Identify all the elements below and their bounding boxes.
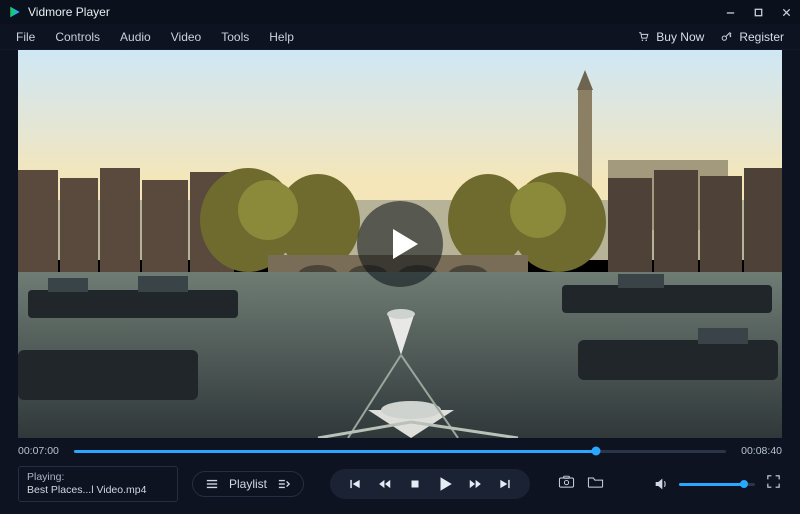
register-button[interactable]: Register <box>720 30 784 44</box>
menu-video[interactable]: Video <box>161 26 211 48</box>
now-playing-panel: Playing: Best Places...l Video.mp4 <box>18 466 178 502</box>
seek-knob[interactable] <box>591 447 600 456</box>
menu-file[interactable]: File <box>6 26 45 48</box>
open-folder-button[interactable] <box>587 474 604 494</box>
queue-icon <box>277 478 291 490</box>
previous-button[interactable] <box>346 475 364 493</box>
utility-buttons <box>558 474 604 494</box>
app-title: Vidmore Player <box>28 5 110 19</box>
key-icon <box>720 30 733 43</box>
seek-bar: 00:07:00 00:08:40 <box>0 442 800 460</box>
menu-icon <box>205 478 219 490</box>
menu-tools[interactable]: Tools <box>211 26 259 48</box>
next-button[interactable] <box>496 475 514 493</box>
now-playing-label: Playing: <box>27 471 169 484</box>
seek-fill <box>74 450 596 453</box>
cart-icon <box>637 30 650 43</box>
window-controls <box>716 0 800 24</box>
buy-now-button[interactable]: Buy Now <box>637 30 704 44</box>
register-label: Register <box>739 30 784 44</box>
playlist-label: Playlist <box>229 477 267 491</box>
time-current: 00:07:00 <box>18 445 64 457</box>
control-bar: Playing: Best Places...l Video.mp4 Playl… <box>0 460 800 508</box>
volume-fill <box>679 483 744 486</box>
rewind-button[interactable] <box>376 475 394 493</box>
play-button[interactable] <box>436 475 454 493</box>
volume-icon[interactable] <box>653 476 669 492</box>
menu-audio[interactable]: Audio <box>110 26 161 48</box>
stop-button[interactable] <box>406 475 424 493</box>
big-play-button[interactable] <box>357 201 443 287</box>
time-duration: 00:08:40 <box>736 445 782 457</box>
maximize-button[interactable] <box>744 0 772 24</box>
close-button[interactable] <box>772 0 800 24</box>
now-playing-file: Best Places...l Video.mp4 <box>27 484 169 497</box>
video-area[interactable] <box>18 50 782 438</box>
fast-forward-button[interactable] <box>466 475 484 493</box>
minimize-button[interactable] <box>716 0 744 24</box>
snapshot-button[interactable] <box>558 474 575 494</box>
seek-track[interactable] <box>74 450 726 453</box>
app-logo: Vidmore Player <box>8 5 110 19</box>
play-icon <box>383 224 423 264</box>
transport-controls <box>330 469 530 499</box>
buy-now-label: Buy Now <box>656 30 704 44</box>
logo-icon <box>8 5 22 19</box>
volume-track[interactable] <box>679 483 755 486</box>
fullscreen-button[interactable] <box>765 473 782 495</box>
menu-controls[interactable]: Controls <box>45 26 110 48</box>
volume-area <box>653 473 782 495</box>
volume-knob[interactable] <box>740 480 748 488</box>
titlebar: Vidmore Player <box>0 0 800 24</box>
menu-help[interactable]: Help <box>259 26 304 48</box>
menubar: File Controls Audio Video Tools Help Buy… <box>0 24 800 50</box>
playlist-button[interactable]: Playlist <box>192 471 304 497</box>
